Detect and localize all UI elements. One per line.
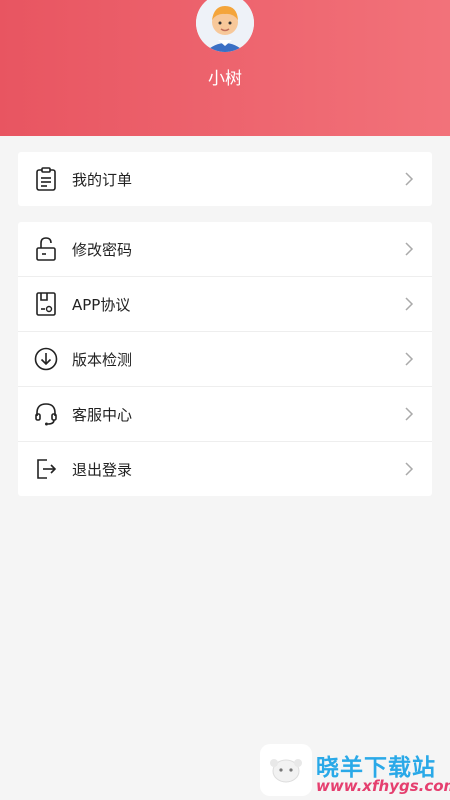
avatar[interactable] [196,0,254,52]
watermark: 晓羊下载站 www.xfhygs.com [258,742,450,800]
watermark-url: www.xfhygs.com [316,777,450,795]
chevron-right-icon [405,172,414,186]
lock-icon [34,237,58,261]
headset-icon [34,402,58,426]
menu-item-my-orders[interactable]: 我的订单 [18,152,432,206]
menu-item-label: 我的订单 [72,170,133,189]
menu-item-logout[interactable]: 退出登录 [18,442,432,496]
menu-item-label: APP协议 [72,295,131,314]
settings-card: 修改密码 APP协议 版本检测 客服中心 退出登录 [18,222,432,496]
menu-item-app-agreement[interactable]: APP协议 [18,277,432,332]
profile-header: 小树 [0,0,450,136]
menu-item-label: 退出登录 [72,460,133,479]
menu-item-change-password[interactable]: 修改密码 [18,222,432,277]
download-circle-icon [34,347,58,371]
menu-item-label: 修改密码 [72,240,133,259]
chevron-right-icon [405,297,414,311]
menu-item-customer-service[interactable]: 客服中心 [18,387,432,442]
document-icon [34,292,58,316]
chevron-right-icon [405,462,414,476]
chevron-right-icon [405,407,414,421]
orders-card: 我的订单 [18,152,432,206]
chevron-right-icon [405,242,414,256]
username: 小树 [208,69,242,89]
menu-item-label: 客服中心 [72,405,133,424]
menu-item-version-check[interactable]: 版本检测 [18,332,432,387]
sheep-logo-icon [260,744,312,796]
menu-item-label: 版本检测 [72,350,133,369]
chevron-right-icon [405,352,414,366]
logout-icon [34,457,58,481]
clipboard-icon [34,167,58,191]
